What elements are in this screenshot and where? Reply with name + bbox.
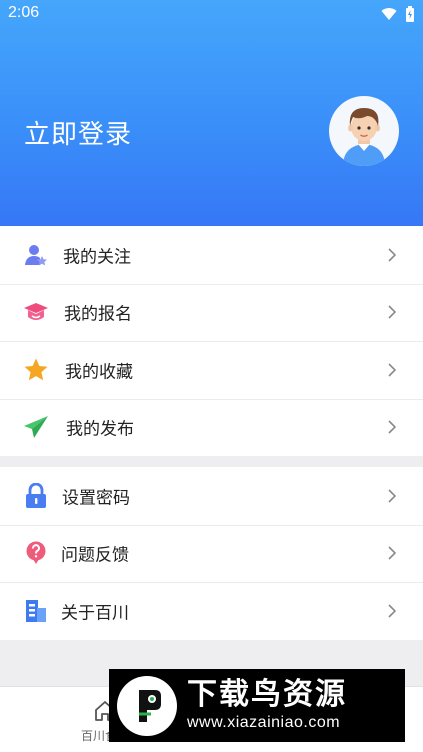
user-avatar-icon <box>343 108 385 166</box>
watermark-title: 下载鸟资源 <box>187 676 347 712</box>
question-bubble-icon <box>22 539 50 567</box>
menu-item-set-password[interactable]: 设置密码 <box>0 467 423 525</box>
menu-item-posts[interactable]: 我的发布 <box>0 398 423 457</box>
chevron-right-icon <box>388 604 396 618</box>
menu-item-label: 我的发布 <box>66 419 134 440</box>
menu-item-favorites[interactable]: 我的收藏 <box>0 341 423 399</box>
menu-item-about[interactable]: 关于百川 <box>0 582 423 640</box>
chevron-right-icon <box>388 248 396 262</box>
watermark-url: www.xiazainiao.com <box>187 713 341 731</box>
menu-item-label: 我的关注 <box>63 247 131 268</box>
menu-item-label: 问题反馈 <box>61 545 129 566</box>
chevron-right-icon <box>388 305 396 319</box>
status-icons <box>381 6 415 22</box>
paper-plane-icon <box>22 413 50 441</box>
avatar[interactable] <box>329 96 399 166</box>
menu-item-label: 关于百川 <box>61 603 129 624</box>
status-bar: 2:06 <box>0 0 423 28</box>
menu-item-label: 我的收藏 <box>65 362 133 383</box>
menu-item-follow[interactable]: 我的关注 <box>0 226 423 284</box>
wifi-icon <box>381 8 397 20</box>
profile-header: 2:06 立即登录 <box>0 0 423 226</box>
star-icon <box>22 356 50 384</box>
lock-icon <box>22 482 50 510</box>
chevron-right-icon <box>388 489 396 503</box>
watermark-banner: 下载鸟资源 www.xiazainiao.com <box>109 669 405 742</box>
login-link[interactable]: 立即登录 <box>24 114 132 151</box>
chevron-right-icon <box>388 546 396 560</box>
menu-item-signup[interactable]: 我的报名 <box>0 283 423 342</box>
menu-item-feedback[interactable]: 问题反馈 <box>0 524 423 583</box>
menu-group-primary: 我的关注 我的报名 我的收藏 我的发布 <box>0 226 423 456</box>
menu-item-label: 我的报名 <box>64 304 132 325</box>
chevron-right-icon <box>388 363 396 377</box>
chevron-right-icon <box>388 420 396 434</box>
watermark-logo-icon <box>117 675 177 736</box>
menu-group-secondary: 设置密码 问题反馈 关于百川 <box>0 467 423 640</box>
battery-icon <box>406 6 414 22</box>
menu-item-label: 设置密码 <box>62 488 130 509</box>
status-time: 2:06 <box>8 4 40 21</box>
building-icon <box>22 597 50 625</box>
person-star-icon <box>22 241 50 269</box>
graduation-cap-icon <box>22 298 50 326</box>
